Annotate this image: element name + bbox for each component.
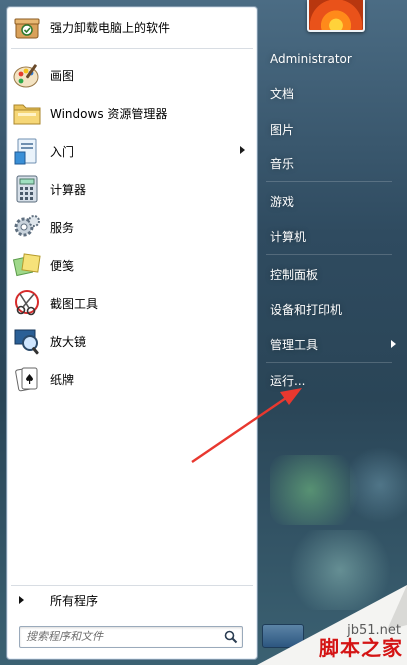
program-panel: 强力卸载电脑上的软件 画图 Windows 资源管理器 入门 计算器 服务 便笺… <box>6 6 258 660</box>
right-item-devices-printers[interactable]: 设备和打印机 <box>266 295 400 323</box>
program-label: Windows 资源管理器 <box>50 106 168 121</box>
watermark-site-name: 脚本之家 <box>319 636 403 660</box>
right-item-computer[interactable]: 计算机 <box>266 222 400 250</box>
right-item-music[interactable]: 音乐 <box>266 149 400 177</box>
right-item-control-panel[interactable]: 控制面板 <box>266 260 400 288</box>
divider <box>11 48 253 49</box>
program-label: 入门 <box>50 144 75 159</box>
search-icon[interactable] <box>224 630 238 644</box>
program-label: 纸牌 <box>50 372 75 387</box>
program-paint[interactable]: 画图 <box>9 57 253 93</box>
right-item-games[interactable]: 游戏 <box>266 187 400 215</box>
right-item-documents[interactable]: 文档 <box>266 79 400 107</box>
program-uninstaller[interactable]: 强力卸载电脑上的软件 <box>9 9 253 45</box>
paint-palette-icon <box>11 59 43 91</box>
right-item-run[interactable]: 运行... <box>266 366 400 394</box>
right-item-label: 控制面板 <box>270 267 319 282</box>
calculator-icon <box>11 173 43 205</box>
right-item-label: 管理工具 <box>270 337 319 352</box>
program-label: 服务 <box>50 220 75 235</box>
right-item-admin-tools[interactable]: 管理工具 <box>266 330 400 358</box>
program-services[interactable]: 服务 <box>9 209 253 245</box>
program-label: 便笺 <box>50 258 75 273</box>
divider <box>266 362 392 363</box>
all-programs-button[interactable]: 所有程序 <box>15 589 251 611</box>
submenu-arrow-icon <box>391 340 396 348</box>
right-item-label: 设备和打印机 <box>270 302 343 317</box>
submenu-arrow-icon <box>240 146 245 154</box>
right-item-label: 计算机 <box>270 229 307 244</box>
program-label: 截图工具 <box>50 296 99 311</box>
search-input[interactable] <box>26 628 214 645</box>
right-item-label: Administrator <box>270 52 352 66</box>
sticky-notes-icon <box>11 249 43 281</box>
divider <box>266 181 392 182</box>
start-menu: 强力卸载电脑上的软件 画图 Windows 资源管理器 入门 计算器 服务 便笺… <box>0 0 407 665</box>
program-snipping-tool[interactable]: 截图工具 <box>9 285 253 321</box>
right-item-label: 音乐 <box>270 156 295 171</box>
right-item-pictures[interactable]: 图片 <box>266 115 400 143</box>
right-item-label: 文档 <box>270 86 295 101</box>
watermark: jb51.net 脚本之家 <box>257 585 407 665</box>
program-label: 放大镜 <box>50 334 87 349</box>
right-item-label: 运行... <box>270 373 306 388</box>
program-magnifier[interactable]: 放大镜 <box>9 323 253 359</box>
program-solitaire[interactable]: 纸牌 <box>9 361 253 397</box>
desktop-blur <box>350 440 407 530</box>
magnifier-icon <box>11 325 43 357</box>
program-label: 计算器 <box>50 182 87 197</box>
right-item-label: 游戏 <box>270 194 295 209</box>
program-getting-started[interactable]: 入门 <box>9 133 253 169</box>
snipping-tool-icon <box>11 287 43 319</box>
chevron-right-icon <box>19 596 24 604</box>
right-item-label: 图片 <box>270 122 295 137</box>
uninstall-box-icon <box>11 11 43 43</box>
user-avatar[interactable] <box>307 0 365 32</box>
program-sticky-notes[interactable]: 便笺 <box>9 247 253 283</box>
search-box[interactable] <box>19 626 243 648</box>
divider <box>266 254 392 255</box>
solitaire-cards-icon <box>11 363 43 395</box>
divider <box>11 585 253 586</box>
getting-started-icon <box>11 135 43 167</box>
folder-explorer-icon <box>11 97 43 129</box>
right-item-administrator[interactable]: Administrator <box>266 45 400 73</box>
program-label: 强力卸载电脑上的软件 <box>50 20 171 35</box>
program-label: 画图 <box>50 68 75 83</box>
program-calculator[interactable]: 计算器 <box>9 171 253 207</box>
all-programs-label: 所有程序 <box>50 593 99 608</box>
program-explorer[interactable]: Windows 资源管理器 <box>9 95 253 131</box>
services-gear-icon <box>11 211 43 243</box>
